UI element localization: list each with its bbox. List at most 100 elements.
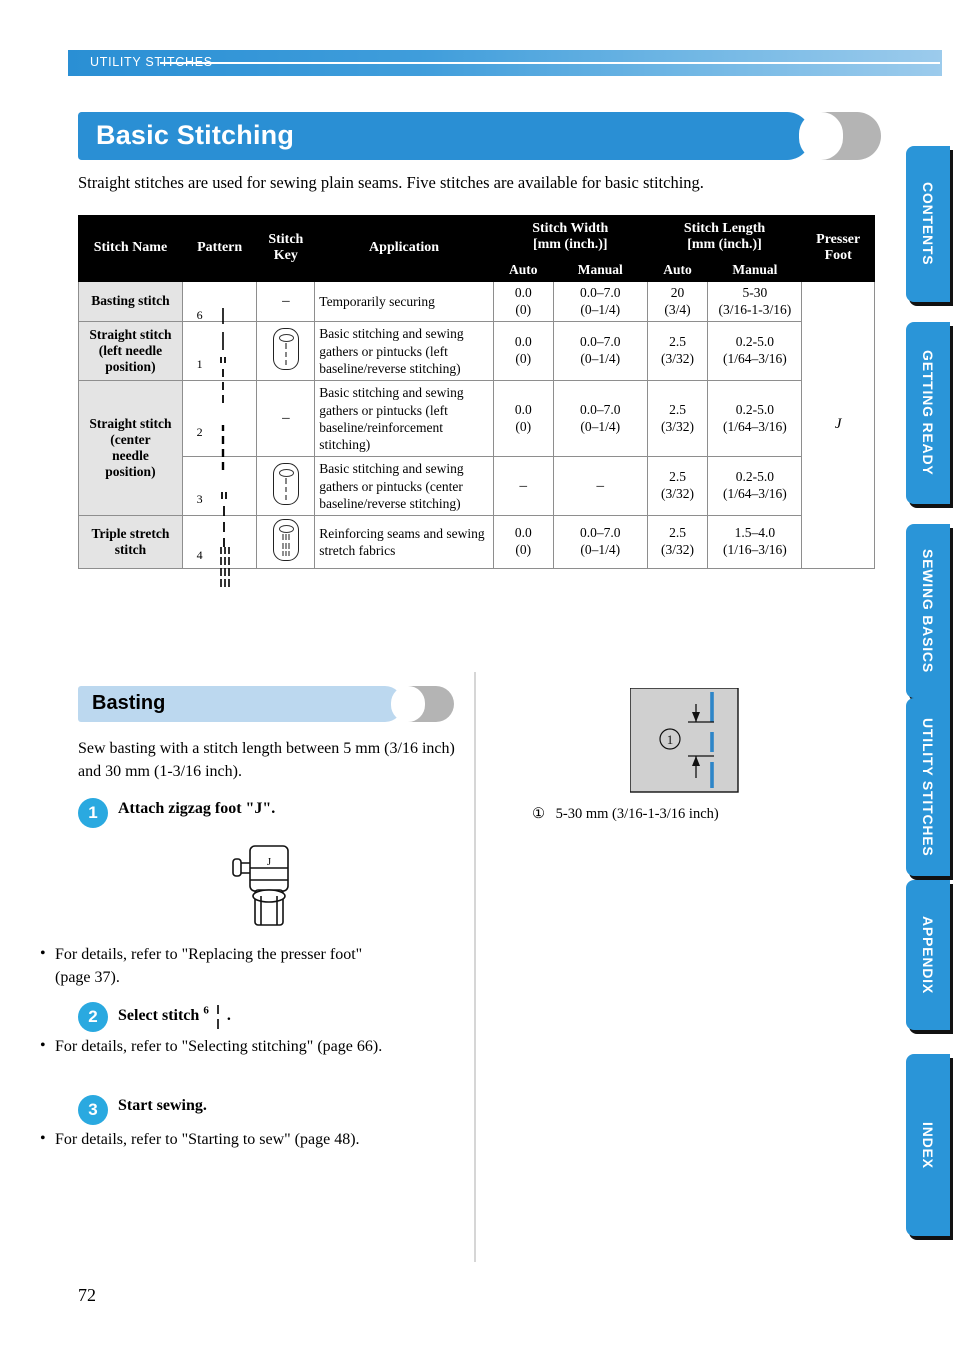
pattern-number: 4 [196, 548, 203, 563]
col-presser-foot-l2: Foot [824, 248, 852, 264]
stitch-line-icon [217, 423, 229, 475]
col-presser-foot-l1: Presser [816, 232, 861, 248]
step-title: Select stitch 6 . [118, 1004, 468, 1030]
cell-application: Reinforcing seams and sewing stretch fab… [314, 515, 494, 570]
step-3-bullet-text: For details, refer to "Starting to sew" … [55, 1131, 360, 1148]
section-lead-paragraph: Sew basting with a stitch length between… [78, 740, 455, 780]
sidebar-tab-appendix-label: APPENDIX [920, 916, 936, 994]
step-2-title-pre: Select stitch [118, 1007, 200, 1024]
cell-stitch-name: Straight stitch (center needle position) [78, 380, 183, 517]
cell-pattern: 6 [181, 280, 258, 350]
bullet-marker: • [40, 945, 46, 962]
cell-application: Basic stitching and sewing gathers or pi… [314, 321, 494, 382]
cell-length-manual: 5-30 (3/16-1-3/16) [707, 280, 803, 323]
key-ellipse [278, 469, 294, 478]
cell-application: Basic stitching and sewing gathers or pi… [314, 456, 494, 517]
length-auto-value: 2.5 [669, 469, 686, 485]
section-heading-bar: Basting [78, 686, 403, 722]
length-manual-value: 0.2-5.0 [735, 334, 775, 350]
col-application: Application [314, 215, 494, 282]
length-auto-inch: (3/32) [661, 542, 695, 558]
stitch-name-l1: Straight stitch [89, 327, 172, 343]
cell-stitch-key: – [256, 280, 316, 323]
col-width-auto: Auto [492, 258, 554, 282]
cell-presser-foot: J [801, 280, 875, 570]
sidebar-tab-getting-ready[interactable]: GETTING READY [906, 322, 950, 504]
length-auto-value: 2.5 [669, 525, 686, 541]
col-stitch-length-l2: [mm (inch.)] [687, 237, 762, 253]
length-auto-inch: (3/32) [661, 486, 695, 502]
length-auto-inch: (3/4) [664, 301, 691, 317]
sidebar-tab-contents[interactable]: CONTENTS [906, 146, 950, 302]
sidebar-tab-index[interactable]: INDEX [906, 1054, 950, 1236]
length-manual-value: 0.2-5.0 [735, 401, 775, 417]
length-auto-inch: (3/32) [661, 351, 695, 367]
stitch-name-l3: position) [105, 359, 156, 375]
figure-caption-number: ① [532, 806, 545, 822]
step-number-badge: 1 [78, 798, 108, 828]
stitch-key-dash: – [282, 293, 290, 310]
key-ellipse [278, 334, 294, 343]
cell-length-auto: 20 (3/4) [646, 280, 709, 323]
cell-length-auto: 2.5 (3/32) [646, 380, 709, 458]
sidebar-tab-utility-stitches[interactable]: UTILITY STITCHES [906, 698, 950, 876]
stitch-key-button-icon [272, 328, 299, 371]
pattern-number: 2 [196, 424, 203, 439]
figure-caption-text: 5-30 mm (3/16-1-3/16 inch) [555, 806, 719, 822]
table-header-row-1: Stitch Name Pattern Stitch Key Applicati… [78, 214, 875, 282]
sidebar-tab-appendix[interactable]: APPENDIX [906, 880, 950, 1030]
section-crescent-decoration [391, 686, 454, 722]
width-auto-value: – [519, 477, 528, 494]
length-manual-inch: (3/16-1-3/16) [718, 301, 792, 317]
title-crescent-decoration [799, 112, 881, 160]
cell-length-manual: 1.5–4.0 (1/16–3/16) [707, 515, 803, 570]
col-stitch-length: Stitch Length [mm (inch.)] [646, 214, 803, 260]
key-stitch-line [284, 478, 288, 504]
stitch-line-icon [217, 355, 231, 407]
width-auto-inch: (0) [515, 351, 532, 367]
page-number: 72 [78, 1285, 96, 1305]
sidebar-tab-sewing-basics[interactable]: SEWING BASICS [906, 524, 950, 698]
step-2-title-post: . [226, 1007, 231, 1024]
cell-width-auto: – [492, 456, 554, 517]
table-row: Triple stretch stitch 4 Reinforcing seam… [78, 515, 875, 588]
length-auto-inch: (3/32) [661, 418, 695, 434]
sidebar-tab-utility-stitches-label: UTILITY STITCHES [920, 717, 936, 857]
stitch-name-l3: needle [112, 448, 149, 464]
cell-stitch-key [256, 321, 316, 382]
table-body: Basting stitch 6 – Temporarily securing … [78, 280, 875, 588]
stitch-name-l2: (center [110, 431, 151, 447]
length-manual-value: 5-30 [742, 284, 768, 300]
step-3-bullet: • For details, refer to "Starting to sew… [40, 1129, 390, 1152]
stitch-name-l1: Straight stitch [89, 415, 172, 431]
length-manual-inch: (1/16–3/16) [723, 542, 787, 558]
zigzag-foot-illustration: J [225, 838, 305, 938]
bullet-marker: • [40, 1130, 46, 1147]
cell-width-auto: 0.0 (0) [492, 515, 554, 570]
stitch-name-l4: position) [105, 464, 156, 480]
key-ellipse [278, 525, 294, 534]
cell-stitch-name: Triple stretch stitch [78, 515, 183, 570]
col-stitch-length-l1: Stitch Length [683, 221, 766, 236]
section-title: Basting [92, 692, 166, 714]
stitch-line-icon [217, 490, 231, 550]
length-manual-inch: (1/64–3/16) [723, 418, 787, 434]
cell-width-manual: 0.0–7.0 (0–1/4) [552, 321, 648, 382]
col-stitch-key-l1: Stitch Key [268, 232, 304, 264]
width-auto-value: 0.0 [514, 334, 532, 350]
cell-application: Basic stitching and sewing gathers or pi… [314, 380, 494, 458]
length-manual-value: 1.5–4.0 [734, 525, 776, 541]
cell-stitch-name: Straight stitch (left needle position) [78, 321, 183, 382]
stitch-name-l2: (left needle [98, 343, 163, 359]
length-auto-value: 2.5 [669, 334, 686, 350]
width-auto-inch: (0) [515, 542, 532, 558]
cell-width-manual: – [552, 456, 648, 517]
width-manual-inch: (0–1/4) [580, 301, 621, 317]
width-manual-inch: (0–1/4) [580, 418, 621, 434]
width-manual-value: – [596, 477, 604, 494]
col-pattern: Pattern [181, 215, 258, 282]
table-row: Basting stitch 6 – Temporarily securing … [78, 280, 875, 570]
chapter-title-banner: Basic Stitching [78, 112, 881, 160]
stitch-name-l1: Triple stretch [91, 525, 170, 541]
cell-width-manual: 0.0–7.0 (0–1/4) [552, 515, 648, 570]
